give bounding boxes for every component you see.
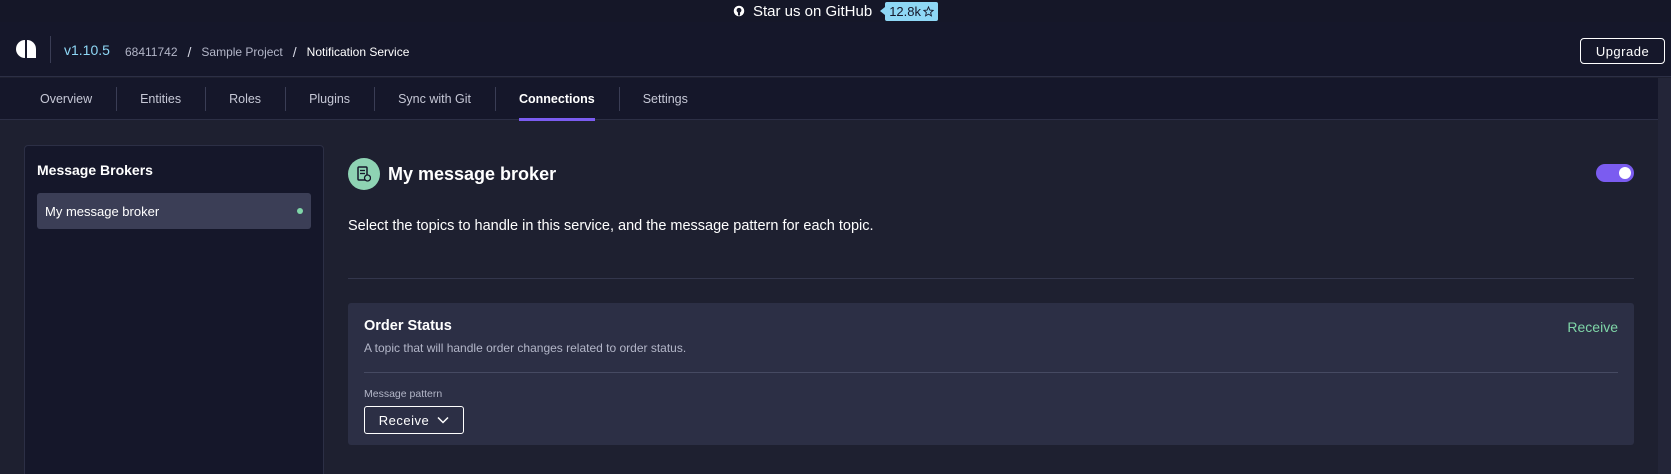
github-banner[interactable]: Star us on GitHub 12.8k	[0, 0, 1671, 22]
broker-title: My message broker	[388, 164, 557, 184]
topic-status: Receive	[1567, 319, 1618, 335]
message-brokers-title: Message Brokers	[37, 162, 153, 178]
page-scrollbar[interactable]	[1658, 78, 1671, 474]
message-pattern-select[interactable]: Receive	[364, 406, 464, 434]
message-broker-icon	[348, 158, 380, 190]
sidebar-item-label: My message broker	[45, 203, 160, 219]
breadcrumb-project[interactable]: Sample Project	[201, 45, 282, 59]
tab-roles[interactable]: Roles	[205, 78, 285, 120]
toggle-knob	[1619, 167, 1631, 179]
topic-description: A topic that will handle order changes r…	[364, 341, 687, 355]
topic-name: Order Status	[364, 318, 452, 334]
message-brokers-panel: Message Brokers My message broker	[24, 145, 324, 474]
github-icon	[733, 5, 745, 17]
app-header: v1.10.5 68411742 / Sample Project / Noti…	[0, 22, 1671, 77]
header-divider	[50, 36, 51, 63]
star-icon	[923, 5, 935, 17]
breadcrumb-workspace[interactable]: 68411742	[125, 45, 178, 59]
github-banner-text[interactable]: Star us on GitHub	[753, 3, 872, 20]
tab-plugins[interactable]: Plugins	[285, 78, 374, 120]
message-pattern-value: Receive	[378, 412, 430, 428]
tab-entities[interactable]: Entities	[116, 78, 205, 120]
broker-description: Select the topics to handle in this serv…	[348, 218, 874, 234]
chevron-down-icon	[437, 416, 449, 424]
sidebar-item-my-message-broker[interactable]: My message broker	[37, 193, 311, 229]
star-count-badge[interactable]: 12.8k	[880, 1, 939, 21]
status-dot-icon	[297, 208, 303, 214]
upgrade-button[interactable]: Upgrade	[1580, 38, 1665, 64]
breadcrumb-separator: /	[292, 44, 297, 60]
tab-settings[interactable]: Settings	[618, 78, 712, 120]
breadcrumb-separator: /	[187, 44, 192, 60]
breadcrumb: 68411742 / Sample Project / Notification…	[125, 44, 409, 60]
broker-enabled-toggle[interactable]	[1596, 164, 1634, 182]
app-logo-icon[interactable]	[16, 40, 36, 58]
tab-overview[interactable]: Overview	[16, 78, 116, 120]
breadcrumb-service[interactable]: Notification Service	[307, 45, 410, 59]
section-divider	[348, 278, 1634, 279]
topic-card-divider	[364, 372, 1618, 373]
star-count: 12.8k	[889, 3, 922, 19]
tab-connections[interactable]: Connections	[495, 78, 619, 121]
version-label[interactable]: v1.10.5	[64, 42, 110, 58]
message-pattern-label: Message pattern	[364, 388, 443, 400]
tab-bar: Overview Entities Roles Plugins Sync wit…	[0, 78, 1658, 121]
topic-card: Order Status A topic that will handle or…	[348, 303, 1634, 445]
tab-sync-with-git[interactable]: Sync with Git	[374, 78, 495, 120]
